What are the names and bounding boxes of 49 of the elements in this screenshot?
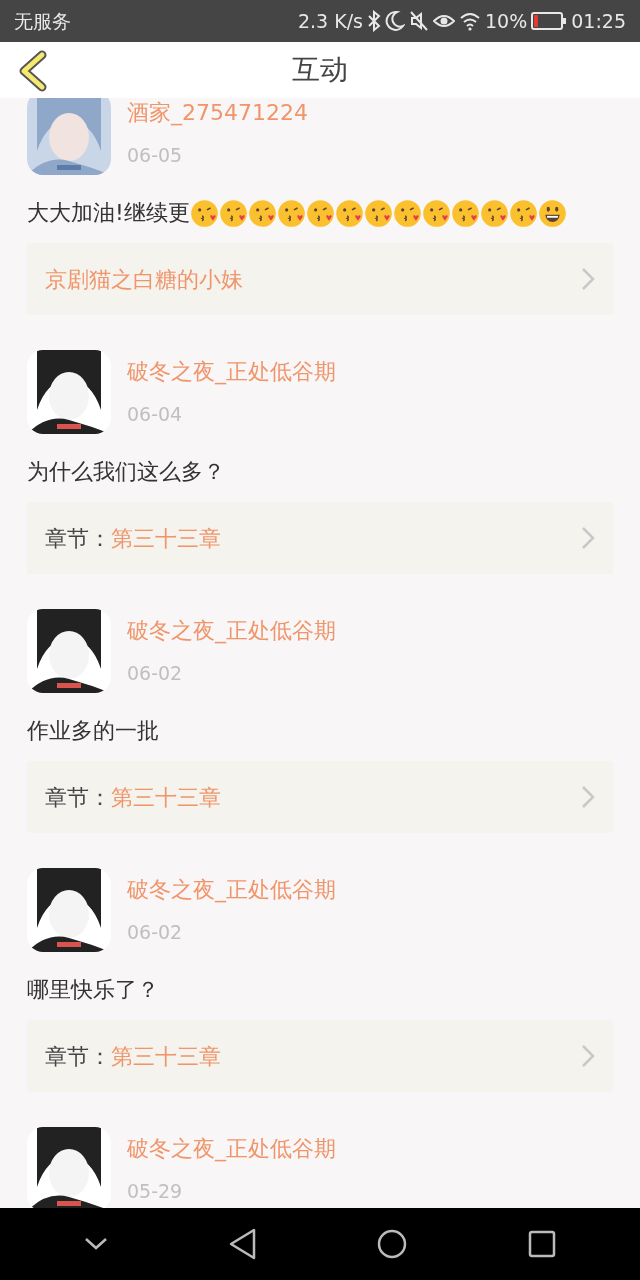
comment-text: 大大加油!继续更	[27, 199, 190, 227]
user-name[interactable]: 破冬之夜_正处低谷期	[127, 358, 336, 386]
kiss-emoji-icon	[334, 198, 364, 228]
kiss-emoji-icon	[305, 198, 335, 228]
chevron-right-icon	[581, 785, 595, 809]
kiss-emoji-icon	[189, 198, 219, 228]
comment-date: 06-05	[127, 143, 184, 168]
chevron-right-icon	[581, 267, 595, 291]
chevron-down-icon[interactable]	[84, 1237, 109, 1251]
kiss-emoji-icon	[276, 198, 306, 228]
square-icon[interactable]	[527, 1230, 556, 1258]
chevron-right-icon	[581, 526, 595, 550]
mute-icon	[409, 10, 429, 32]
chapter-link[interactable]: 章节：第三十三章	[27, 761, 613, 833]
chapter-link[interactable]: 章节：第三十三章	[27, 502, 613, 574]
battery-icon	[531, 11, 568, 31]
comment-text: 为什么我们这么多？	[27, 458, 225, 486]
page-title: 互动	[292, 52, 348, 88]
carrier-text: 无服务	[14, 8, 71, 34]
moon-icon	[385, 10, 405, 32]
comment-date: 06-02	[127, 920, 184, 945]
comment-date: 06-04	[127, 402, 184, 427]
wifi-icon	[459, 10, 481, 32]
kiss-emoji-icon	[247, 198, 277, 228]
comment-date: 05-29	[127, 1179, 184, 1204]
comment-date: 06-02	[127, 661, 184, 686]
smile-emoji-icon	[537, 198, 567, 228]
kiss-emoji-icon	[508, 198, 538, 228]
kiss-emoji-icon	[392, 198, 422, 228]
user-name[interactable]: 破冬之夜_正处低谷期	[127, 617, 336, 645]
kiss-emoji-icon	[479, 198, 509, 228]
comment-text: 作业多的一批	[27, 717, 159, 745]
clock-time: 01:25	[571, 8, 626, 34]
chevron-right-icon	[581, 1044, 595, 1068]
user-name[interactable]: 酒家_275471224	[127, 99, 308, 127]
kiss-emoji-icon	[421, 198, 451, 228]
network-speed: 2.3 K/s	[298, 8, 363, 34]
home-circle-icon[interactable]	[377, 1229, 408, 1259]
battery-percent: 10%	[485, 8, 528, 34]
bluetooth-icon	[367, 10, 381, 32]
kiss-emoji-icon	[218, 198, 248, 228]
kiss-emoji-icon	[450, 198, 480, 228]
user-name[interactable]: 破冬之夜_正处低谷期	[127, 1135, 336, 1163]
book-link[interactable]: 京剧猫之白糖的小妹	[27, 243, 613, 315]
back-triangle-icon[interactable]	[228, 1228, 257, 1260]
chapter-link[interactable]: 章节：第三十三章	[27, 1020, 613, 1092]
kiss-emoji-icon	[363, 198, 393, 228]
user-name[interactable]: 破冬之夜_正处低谷期	[127, 876, 336, 904]
comment-text: 哪里快乐了？	[27, 976, 159, 1004]
